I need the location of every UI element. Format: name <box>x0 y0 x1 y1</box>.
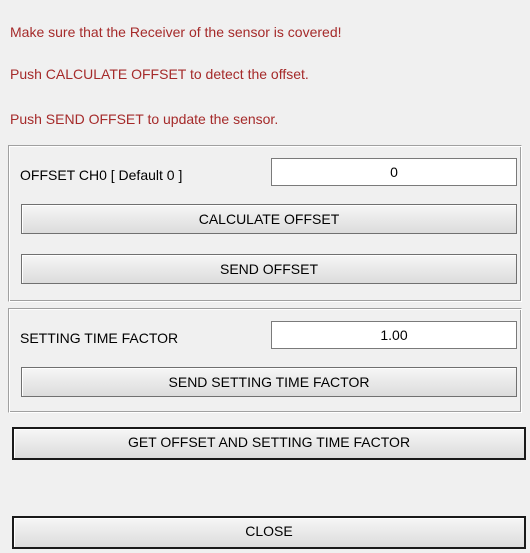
instruction-cover-receiver: Make sure that the Receiver of the senso… <box>10 24 342 40</box>
get-offset-and-setting-button[interactable]: GET OFFSET AND SETTING TIME FACTOR <box>12 427 526 460</box>
send-setting-time-button[interactable]: SEND SETTING TIME FACTOR <box>21 367 517 397</box>
close-button[interactable]: CLOSE <box>12 516 526 549</box>
send-offset-button[interactable]: SEND OFFSET <box>21 254 517 284</box>
setting-time-panel: SETTING TIME FACTOR 1.00 SEND SETTING TI… <box>8 308 522 413</box>
offset-input[interactable]: 0 <box>271 158 517 186</box>
setting-time-label: SETTING TIME FACTOR <box>20 330 179 346</box>
instruction-send-offset: Push SEND OFFSET to update the sensor. <box>10 111 279 127</box>
instruction-calculate-offset: Push CALCULATE OFFSET to detect the offs… <box>10 66 309 82</box>
offset-label: OFFSET CH0 [ Default 0 ] <box>20 167 183 183</box>
calculate-offset-button[interactable]: CALCULATE OFFSET <box>21 204 517 234</box>
setting-time-input[interactable]: 1.00 <box>271 321 517 349</box>
offset-panel: OFFSET CH0 [ Default 0 ] 0 CALCULATE OFF… <box>8 145 522 302</box>
